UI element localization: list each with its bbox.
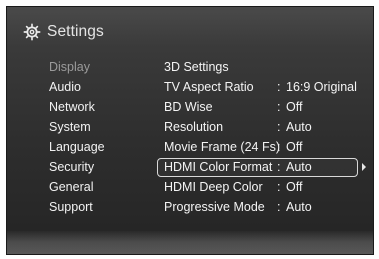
option-bd-wise[interactable]: BD Wise : Off	[157, 97, 372, 117]
option-label: HDMI Color Format	[164, 160, 273, 174]
option-value: Auto	[286, 200, 312, 214]
option-separator: :	[277, 200, 281, 214]
sidebar-item-system[interactable]: System	[49, 117, 141, 137]
settings-window: Settings Display Audio Network System La…	[6, 6, 374, 255]
option-3d-settings[interactable]: 3D Settings	[157, 57, 372, 77]
sidebar-item-security[interactable]: Security	[49, 157, 141, 177]
option-label: Resolution	[164, 120, 224, 134]
option-separator: :	[277, 100, 281, 114]
option-label: Progressive Mode	[164, 200, 265, 214]
sidebar-item-language[interactable]: Language	[49, 137, 141, 157]
option-hdmi-deep-color[interactable]: HDMI Deep Color : Off	[157, 177, 372, 197]
option-separator: :	[277, 80, 281, 94]
sidebar-item-display[interactable]: Display	[49, 57, 141, 77]
option-label: BD Wise	[164, 100, 213, 114]
option-value: Off	[286, 180, 303, 194]
option-label: TV Aspect Ratio	[164, 80, 254, 94]
header: Settings	[23, 21, 104, 43]
sidebar-item-general[interactable]: General	[49, 177, 141, 197]
sidebar-item-audio[interactable]: Audio	[49, 77, 141, 97]
option-value: Auto	[286, 120, 312, 134]
chevron-right-icon[interactable]	[362, 163, 366, 171]
sidebar: Display Audio Network System Language Se…	[49, 57, 141, 217]
screen: Settings Display Audio Network System La…	[0, 0, 379, 259]
option-separator: :	[277, 140, 281, 154]
option-value: Off	[286, 100, 303, 114]
option-value: Auto	[286, 160, 312, 174]
option-separator: :	[277, 120, 281, 134]
option-hdmi-color-format[interactable]: HDMI Color Format : Auto	[157, 157, 372, 177]
option-value: Off	[286, 140, 303, 154]
page-title: Settings	[47, 23, 104, 40]
option-progressive-mode[interactable]: Progressive Mode : Auto	[157, 197, 372, 217]
option-resolution[interactable]: Resolution : Auto	[157, 117, 372, 137]
option-separator: :	[277, 180, 281, 194]
option-label: HDMI Deep Color	[164, 180, 263, 194]
bottom-bar	[7, 231, 373, 254]
option-value: 16:9 Original	[286, 80, 357, 94]
option-label: Movie Frame (24 Fs)	[164, 140, 280, 154]
option-separator: :	[277, 160, 281, 174]
sidebar-item-network[interactable]: Network	[49, 97, 141, 117]
gear-icon	[23, 23, 41, 41]
option-movie-frame[interactable]: Movie Frame (24 Fs) : Off	[157, 137, 372, 157]
option-tv-aspect-ratio[interactable]: TV Aspect Ratio : 16:9 Original	[157, 77, 372, 97]
settings-panel: Settings Display Audio Network System La…	[7, 7, 373, 231]
option-label: 3D Settings	[164, 60, 229, 74]
sidebar-item-support[interactable]: Support	[49, 197, 141, 217]
display-options-list: 3D Settings TV Aspect Ratio : 16:9 Origi…	[157, 57, 372, 217]
